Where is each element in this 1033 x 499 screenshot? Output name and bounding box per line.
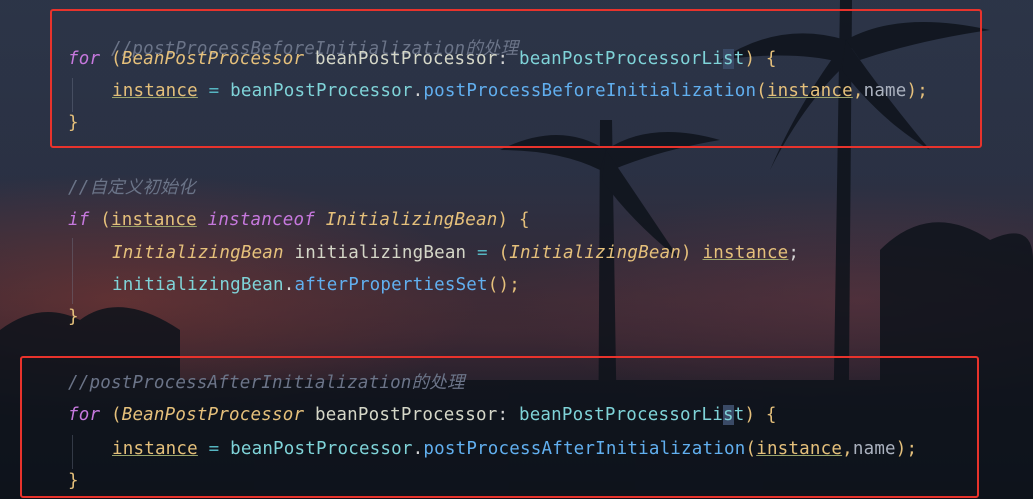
if-instanceof: if (instance instanceof InitializingBean… [68, 210, 530, 230]
post-process-before-call: instance = beanPostProcessor.postProcess… [112, 81, 929, 101]
text-cursor: s [722, 405, 734, 425]
for-loop-after: for (BeanPostProcessor beanPostProcessor… [68, 405, 777, 425]
indent-guide [72, 238, 73, 304]
code-comment: //postProcessBeforeInitialization的处理 [110, 39, 519, 59]
closing-brace: } [68, 113, 79, 133]
code-comment: //postProcessAfterInitialization的处理 [68, 373, 465, 393]
closing-brace: } [68, 471, 79, 491]
for-loop-before: for (BeanPostProcessor beanPostProcessor… [68, 49, 777, 69]
initializing-bean-cast: InitializingBean initializingBean = (Ini… [112, 243, 800, 263]
post-process-after-call: instance = beanPostProcessor.postProcess… [112, 439, 918, 459]
closing-brace: } [68, 307, 79, 327]
code-editor[interactable]: //postProcessBeforeInitialization的处理 for… [0, 0, 1033, 499]
after-properties-set-call: initializingBean.afterPropertiesSet(); [112, 275, 520, 295]
indent-guide [72, 435, 73, 469]
text-cursor: s [722, 49, 734, 69]
code-comment: //自定义初始化 [68, 178, 196, 198]
